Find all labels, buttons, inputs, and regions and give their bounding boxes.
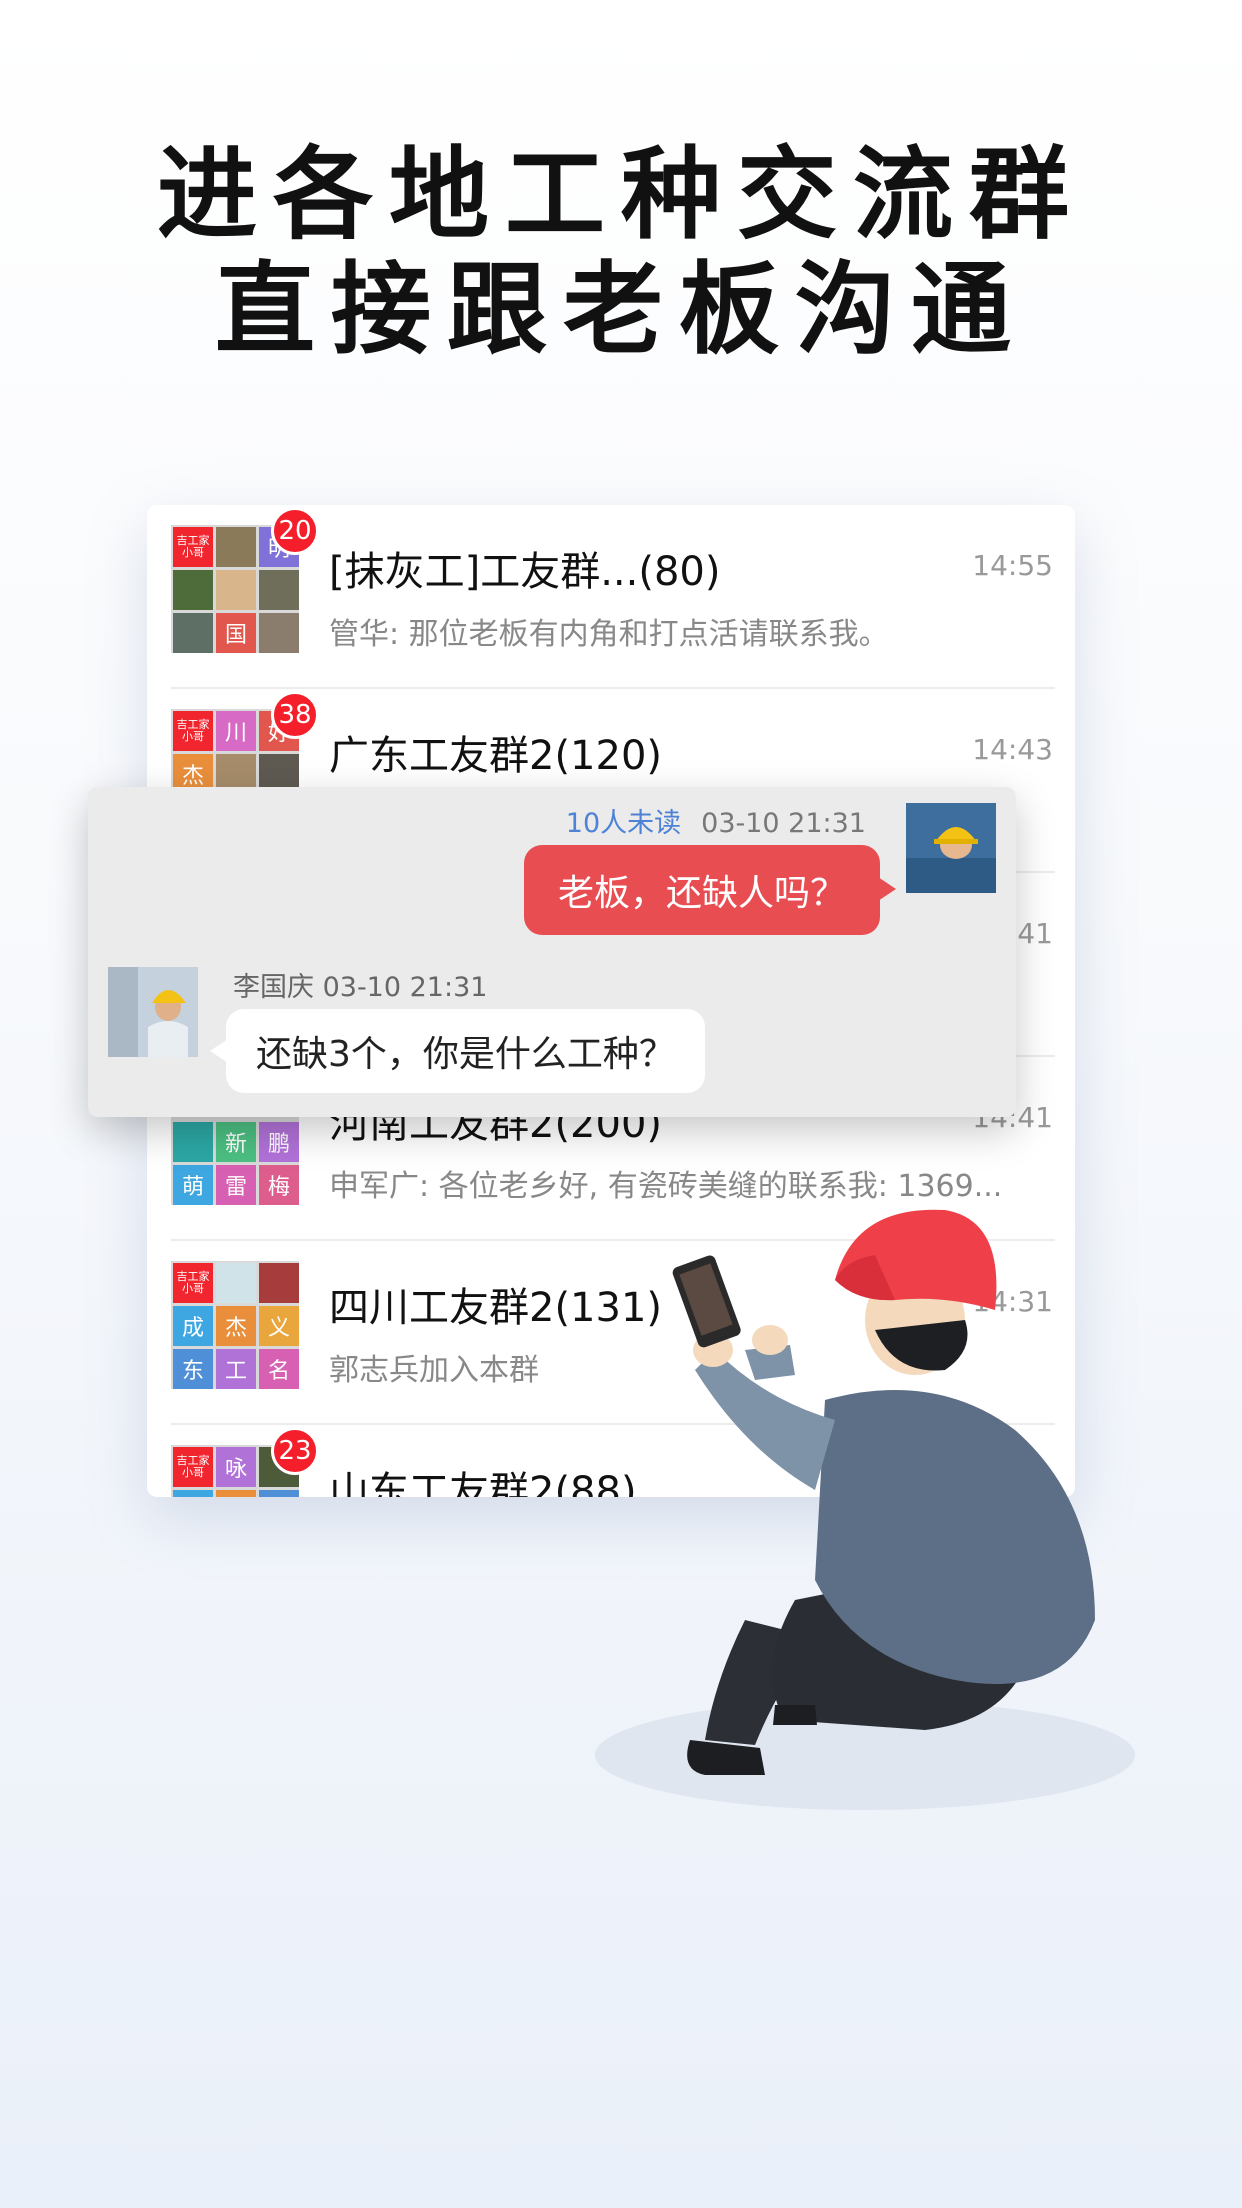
group-row[interactable]: 吉工家小哥 明 国 20 [抹灰工]工友群...(80) 14:55 管华: 那… bbox=[147, 505, 1075, 689]
avatar-tile: 咏 bbox=[216, 1447, 256, 1487]
incoming-meta: 李国庆 03-10 21:31 bbox=[233, 972, 488, 1003]
group-avatar: 吉工家 小哥 成 杰 义 东 工 名 bbox=[171, 1261, 299, 1389]
group-time: 14:43 bbox=[972, 733, 1053, 766]
avatar-tile bbox=[216, 1490, 256, 1497]
avatar-tile bbox=[216, 1263, 256, 1303]
outgoing-meta: 10人未读 03-10 21:31 bbox=[566, 801, 866, 840]
avatar-tile: 萌 bbox=[173, 1165, 213, 1205]
avatar-tile bbox=[216, 527, 256, 567]
avatar-tile bbox=[173, 570, 213, 610]
group-time: 14:55 bbox=[972, 549, 1053, 582]
avatar-tile: 杰 bbox=[216, 1306, 256, 1346]
headline-line-1: 进各地工种交流群 bbox=[157, 136, 1085, 253]
group-name: 山东工友群2(88) bbox=[329, 1469, 637, 1497]
avatar-tile: 义 bbox=[259, 1306, 299, 1346]
group-last-message: 申军广: 各位老乡好, 有瓷砖美缝的联系我: 1369... bbox=[329, 1169, 1003, 1204]
chat-preview-panel: 10人未读 03-10 21:31 老板，还缺人吗？ 李国庆 03-10 21:3… bbox=[88, 787, 1016, 1117]
avatar-tile bbox=[173, 1122, 213, 1162]
incoming-message-bubble[interactable]: 还缺3个，你是什么工种？ bbox=[210, 1009, 705, 1093]
unread-badge: 38 bbox=[271, 691, 319, 739]
avatar-tile: 工 bbox=[216, 1349, 256, 1389]
avatar-tile: 吉工家 小哥 bbox=[173, 527, 213, 567]
unread-count[interactable]: 10人未读 bbox=[566, 808, 681, 839]
avatar-tile bbox=[173, 1490, 213, 1497]
outgoing-message-bubble[interactable]: 老板，还缺人吗？ bbox=[523, 845, 897, 935]
avatar-tile bbox=[173, 613, 213, 653]
group-last-message: 管华: 那位老板有内角和打点活请联系我。 bbox=[329, 617, 889, 652]
avatar-tile: 鹏 bbox=[259, 1122, 299, 1162]
boss-avatar-icon[interactable] bbox=[108, 967, 198, 1057]
avatar-tile bbox=[259, 1490, 299, 1497]
avatar-tile bbox=[259, 613, 299, 653]
group-last-message: 郭志兵加入本群 bbox=[329, 1353, 539, 1388]
unread-badge: 23 bbox=[271, 1427, 319, 1475]
avatar-tile: 名 bbox=[259, 1349, 299, 1389]
headline-line-2: 直接跟老板沟通 bbox=[215, 251, 1027, 368]
avatar-tile bbox=[259, 570, 299, 610]
avatar-tile: 吉工家 小哥 bbox=[173, 1263, 213, 1303]
avatar-tile: 雷 bbox=[216, 1165, 256, 1205]
worker-avatar-icon[interactable] bbox=[906, 803, 996, 893]
group-name: [抹灰工]工友群...(80) bbox=[329, 549, 721, 595]
avatar-tile bbox=[216, 570, 256, 610]
avatar-tile: 东 bbox=[173, 1349, 213, 1389]
unread-badge: 20 bbox=[271, 507, 319, 555]
avatar-tile: 新 bbox=[216, 1122, 256, 1162]
worker-illustration bbox=[595, 1200, 1155, 1840]
avatar-tile: 梅 bbox=[259, 1165, 299, 1205]
outgoing-time: 03-10 21:31 bbox=[701, 808, 866, 839]
avatar-tile: 吉工家 小哥 bbox=[173, 1447, 213, 1487]
avatar-tile: 吉工家 小哥 bbox=[173, 711, 213, 751]
avatar-tile: 国 bbox=[216, 613, 256, 653]
avatar-tile: 成 bbox=[173, 1306, 213, 1346]
avatar-tile bbox=[259, 1263, 299, 1303]
group-name: 广东工友群2(120) bbox=[329, 733, 663, 779]
avatar-tile: 川 bbox=[216, 711, 256, 751]
